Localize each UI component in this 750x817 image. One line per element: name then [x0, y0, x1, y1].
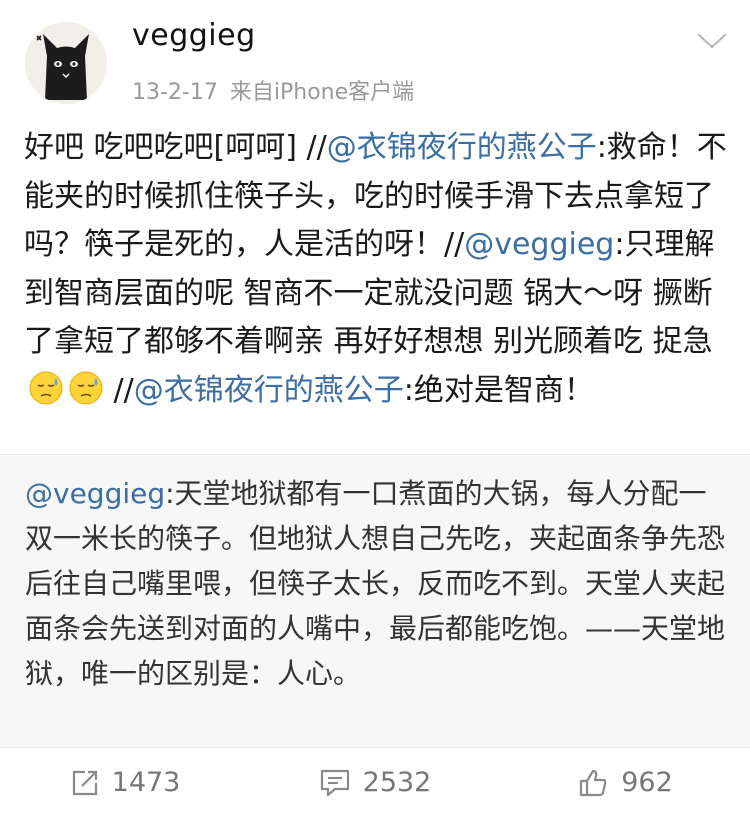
comment-button[interactable]: 2532 — [250, 748, 500, 817]
post-body: 好吧 吃吧吃吧[呵呵] //@衣锦夜行的燕公子:救命！不能夹的时候抓住筷子头，吃… — [24, 124, 729, 415]
post-meta: 13-2-17 来自iPhone客户端 — [132, 74, 414, 106]
post-header: veggieg 13-2-17 来自iPhone客户端 — [0, 0, 750, 118]
post-date: 13-2-17 — [132, 80, 218, 105]
reposted-content[interactable]: @veggieg:天堂地狱都有一口煮面的大锅，每人分配一双一米长的筷子。但地狱人… — [0, 454, 750, 748]
chevron-down-icon[interactable] — [696, 30, 728, 52]
sweat-face-emoji-icon — [69, 371, 103, 404]
avatar[interactable] — [25, 22, 107, 104]
like-count: 962 — [621, 767, 673, 798]
post-text-seg4: // — [104, 372, 134, 408]
like-button[interactable]: 962 — [500, 748, 750, 817]
repost-button[interactable]: 1473 — [0, 748, 250, 817]
username[interactable]: veggieg — [132, 18, 256, 53]
post-text-seg1: 好吧 吃吧吃吧[呵呵] // — [24, 130, 327, 165]
mention-link[interactable]: @veggieg — [25, 477, 165, 510]
action-bar: 1473 2532 962 — [0, 747, 750, 817]
post-source: 来自iPhone客户端 — [229, 80, 415, 105]
repost-body: @veggieg:天堂地狱都有一口煮面的大锅，每人分配一双一米长的筷子。但地狱人… — [25, 471, 725, 696]
repost-icon — [72, 770, 97, 795]
post-text-seg5: :绝对是智商！ — [403, 372, 594, 408]
thumbs-up-icon — [580, 769, 607, 796]
black-cat-avatar-icon — [25, 22, 107, 104]
mention-link[interactable]: @衣锦夜行的燕公子 — [134, 373, 404, 408]
comment-count: 2532 — [362, 767, 432, 798]
mention-link[interactable]: @衣锦夜行的燕公子 — [327, 130, 597, 165]
sweat-face-emoji-icon — [29, 371, 63, 404]
mention-link[interactable]: @veggieg — [464, 227, 614, 262]
repost-count: 1473 — [111, 767, 181, 798]
comment-icon — [320, 769, 349, 796]
